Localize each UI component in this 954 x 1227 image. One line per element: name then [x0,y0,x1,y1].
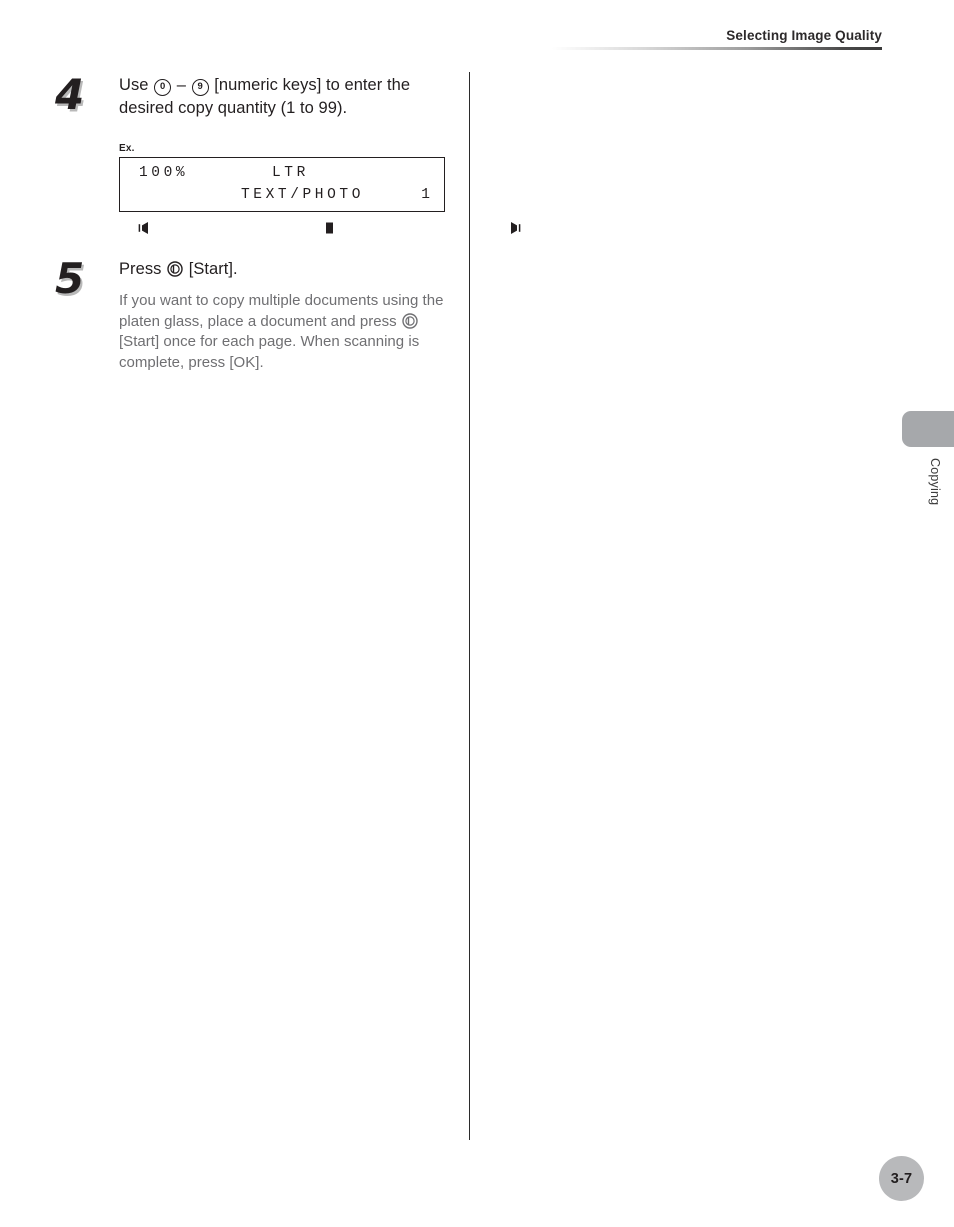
lcd-copy-quantity: 1 [421,186,430,203]
step-5: 5 Press [Start]. If you want to copy mul… [55,258,455,373]
running-header: Selecting Image Quality [552,28,882,50]
step-4-number: 4 [55,70,85,119]
lcd-zoom-ratio: 100% [139,164,189,181]
start-button-icon [167,261,183,277]
step-5-body: Press [Start]. If you want to copy multi… [119,258,455,373]
side-tab-label: Copying [928,458,942,506]
step-5-title: Press [Start]. [119,258,455,281]
numeric-key-0-icon: 0 [154,79,172,96]
step-4-body: Use 0 – 9 [numeric keys] to enter the de… [119,74,455,121]
lcd-example-label: Ex. [119,142,135,154]
lcd-line-2: TEXT/PHOTO 1 [131,186,521,234]
numeric-key-9-icon: 9 [191,79,209,96]
instruction-steps: 4 Use 0 – 9 [numeric keys] to enter the … [55,70,521,373]
step-4: 4 Use 0 – 9 [numeric keys] to enter the … [55,70,521,234]
step-4-title-part1: Use [119,76,154,94]
lcd-display: 100% LTR TEXT/PHOTO 1 [119,156,521,234]
lcd-paper-size: LTR [272,164,309,181]
page-number-badge: 3-7 [879,1156,924,1201]
page-title: Selecting Image Quality [726,28,882,43]
lcd-image-quality: TEXT/PHOTO [241,186,365,203]
step-5-note-part2: [Start] once for each page. When scannin… [119,333,420,371]
step-5-number: 5 [55,254,85,303]
step-5-title-part1: Press [119,260,167,278]
side-tab-copying [902,411,954,447]
step-5-note: If you want to copy multiple documents u… [119,291,455,373]
step-5-note-part1: If you want to copy multiple documents u… [119,292,444,330]
density-indicator-group [138,189,683,267]
header-rule [552,47,882,50]
step-5-title-part2: [Start]. [184,260,238,278]
step-4-title-dash: – [172,76,191,94]
lcd-line-1: 100% LTR [131,164,433,186]
start-button-icon-inline [402,313,418,329]
lcd-example: Ex. 100% LTR TEXT/PHOTO 1 [119,142,521,234]
density-dark-icon [510,189,682,267]
step-4-title: Use 0 – 9 [numeric keys] to enter the de… [119,74,455,121]
